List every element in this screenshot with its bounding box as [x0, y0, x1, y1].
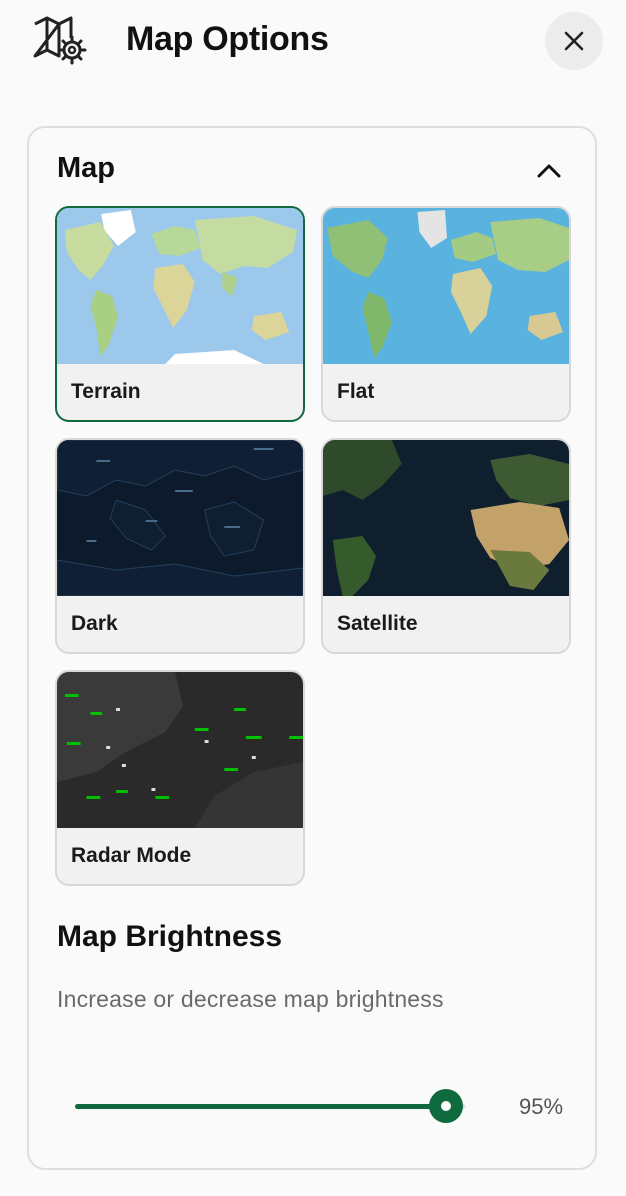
satellite-map-thumbnail [323, 440, 569, 596]
map-option-satellite[interactable]: Satellite [321, 438, 571, 654]
brightness-description: Increase or decrease map brightness [57, 986, 444, 1012]
brightness-slider[interactable] [75, 1086, 465, 1126]
map-options-panel: Map Terrain Flat Dark Satellite Radar Mo… [27, 126, 597, 1170]
map-option-label: Terrain [71, 380, 141, 403]
map-option-flat[interactable]: Flat [321, 206, 571, 422]
slider-thumb[interactable] [428, 1089, 463, 1123]
map-option-label: Satellite [337, 612, 418, 635]
slider-fill [75, 1104, 446, 1109]
close-button[interactable] [545, 12, 603, 70]
panel-header: Map Options [0, 0, 626, 86]
map-option-dark[interactable]: Dark [55, 438, 305, 654]
radar-map-thumbnail [57, 672, 303, 828]
map-option-terrain[interactable]: Terrain [55, 206, 305, 422]
dark-map-thumbnail [57, 440, 303, 596]
page-title: Map Options [126, 20, 329, 58]
map-option-label: Radar Mode [71, 844, 192, 867]
flat-map-thumbnail [323, 208, 569, 364]
map-option-label: Flat [337, 380, 375, 403]
terrain-map-thumbnail [57, 208, 303, 364]
map-section-title: Map [57, 152, 115, 184]
chevron-up-icon [537, 164, 561, 178]
map-settings-icon [32, 14, 88, 66]
brightness-title: Map Brightness [57, 920, 283, 953]
map-option-radar-mode[interactable]: Radar Mode [55, 670, 305, 886]
collapse-map-section-button[interactable] [531, 152, 567, 188]
map-option-label: Dark [71, 612, 118, 635]
close-icon [564, 31, 584, 51]
brightness-value: 95% [519, 1094, 564, 1119]
